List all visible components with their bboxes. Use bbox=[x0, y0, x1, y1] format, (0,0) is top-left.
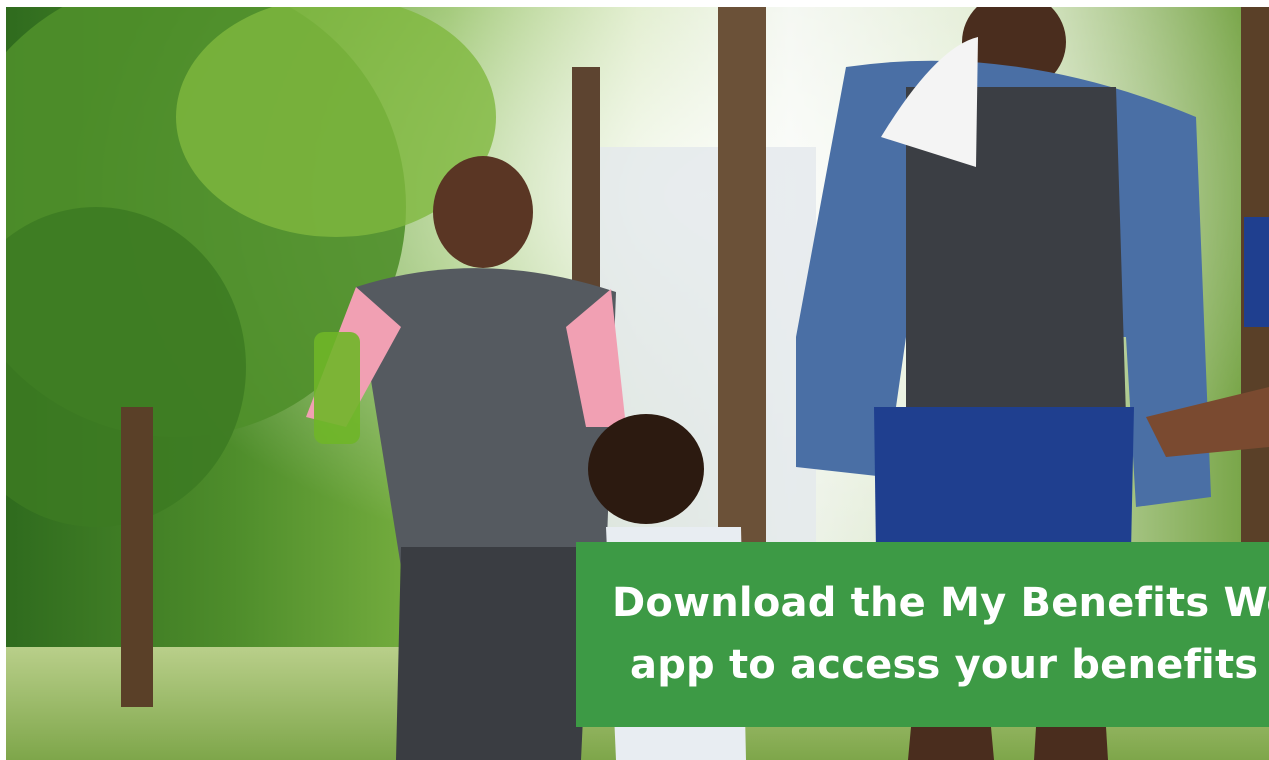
child-shirt-right bbox=[1244, 217, 1269, 327]
woman-head bbox=[433, 156, 533, 268]
app-download-banner[interactable]: Download the My Benefits Work m app to a… bbox=[576, 542, 1269, 727]
man-leg bbox=[908, 727, 994, 760]
man-shorts bbox=[874, 407, 1134, 552]
man-leg bbox=[1034, 727, 1108, 760]
tree-trunk bbox=[121, 407, 153, 707]
banner-line-2: app to access your benefits on th bbox=[630, 642, 1269, 688]
woman-jacket bbox=[356, 268, 616, 567]
banner-line-1: Download the My Benefits Work m bbox=[612, 580, 1269, 626]
child-hair bbox=[588, 414, 704, 524]
banner-message: Download the My Benefits Work m app to a… bbox=[612, 572, 1269, 696]
tree-trunk bbox=[718, 7, 766, 547]
water-bottle bbox=[314, 332, 360, 444]
woman-leggings bbox=[396, 547, 591, 760]
